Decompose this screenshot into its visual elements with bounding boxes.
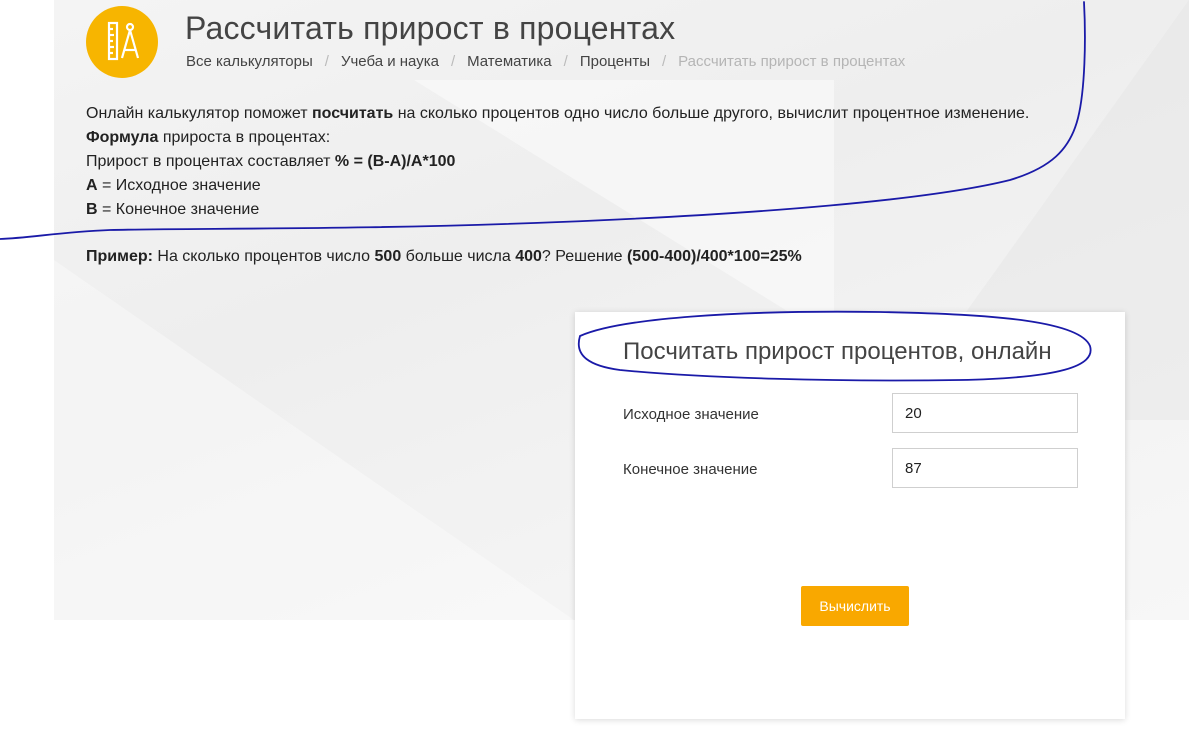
- calculator-logo: [86, 6, 158, 78]
- ruler-compass-icon: [107, 21, 140, 61]
- formula-b-definition: B = Конечное значение: [86, 201, 260, 218]
- breadcrumb-all-calculators[interactable]: Все калькуляторы: [186, 53, 313, 70]
- breadcrumb-mathematics[interactable]: Математика: [467, 53, 552, 70]
- breadcrumb-study-science[interactable]: Учеба и наука: [341, 53, 439, 70]
- intro-line: Онлайн калькулятор поможет посчитать на …: [86, 105, 1030, 122]
- breadcrumb-separator: /: [450, 53, 456, 70]
- formula-a-definition: A = Исходное значение: [86, 177, 261, 194]
- final-value-label: Конечное значение: [623, 461, 758, 478]
- page-title: Рассчитать прирост в процентах: [185, 10, 676, 46]
- calculator-card: Посчитать прирост процентов, онлайн Исхо…: [575, 312, 1125, 719]
- initial-value-label: Исходное значение: [623, 406, 759, 423]
- breadcrumb-separator: /: [662, 53, 667, 70]
- intro-text: Онлайн калькулятор поможет посчитать на …: [86, 102, 1029, 222]
- final-value-input[interactable]: [892, 448, 1078, 488]
- calculate-button[interactable]: Вычислить: [801, 586, 909, 626]
- formula-heading: Формула прироста в процентах:: [86, 129, 331, 146]
- initial-value-input[interactable]: [892, 393, 1078, 433]
- breadcrumb-percentages[interactable]: Проценты: [580, 53, 650, 70]
- breadcrumb-separator: /: [563, 53, 568, 70]
- calculator-title: Посчитать прирост процентов, онлайн: [623, 338, 1052, 365]
- breadcrumb-current: Рассчитать прирост в процентах: [678, 53, 906, 70]
- breadcrumb-separator: /: [324, 53, 329, 70]
- example-text: Пример: На сколько процентов число 500 б…: [86, 248, 802, 265]
- formula-line: Прирост в процентах составляет % = (B-A)…: [86, 153, 456, 170]
- breadcrumb: Все калькуляторы / Учеба и наука / Математик…: [186, 53, 905, 70]
